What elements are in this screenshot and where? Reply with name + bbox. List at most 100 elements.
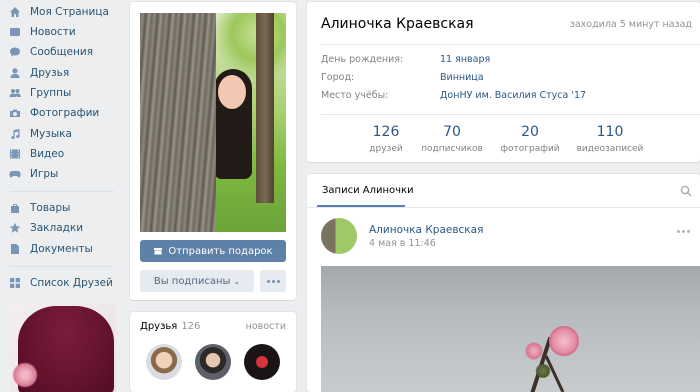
avatar[interactable] <box>321 218 357 254</box>
tree-trunk <box>140 13 216 232</box>
flower-picture <box>12 362 38 388</box>
news-icon <box>0 26 30 38</box>
post-image[interactable] <box>321 266 700 392</box>
friend-icon <box>0 67 30 79</box>
sidebar-item-music[interactable]: Музыка <box>0 124 118 144</box>
send-gift-label: Отправить подарок <box>168 245 273 257</box>
friends-card: Друзья 126 новости <box>130 312 296 392</box>
profile-photo-card: Отправить подарок Вы подписаны ⌄ <box>130 2 296 300</box>
info-row-city: Город: Винница <box>321 72 484 86</box>
wall-card: Записи Алиночки Алиночка Краевская 4 мая… <box>307 174 700 392</box>
bag-icon <box>0 202 30 214</box>
sidebar-item-news[interactable]: Новости <box>0 22 118 42</box>
info-value-link[interactable]: Винница <box>440 72 484 86</box>
music-icon <box>0 128 30 140</box>
page-title: Алиночка Краевская <box>321 16 474 32</box>
star-icon <box>0 222 30 234</box>
counter-label: подписчиков <box>421 144 483 154</box>
girl-face <box>218 75 246 109</box>
sidebar-item-groups[interactable]: Группы <box>0 83 118 103</box>
home-icon <box>0 6 30 18</box>
more-dots-icon <box>677 230 690 233</box>
friends-news-link[interactable]: новости <box>246 321 286 332</box>
counter-followers[interactable]: 70 подписчиков <box>407 124 497 154</box>
post-date-link[interactable]: 4 мая в 11:46 <box>369 238 436 249</box>
post-menu-button[interactable] <box>677 230 690 233</box>
friends-count: 126 <box>181 321 201 332</box>
sidebar-item-label: Сообщения <box>30 46 94 58</box>
counter-value: 110 <box>596 124 624 140</box>
post-author-link[interactable]: Алиночка Краевская <box>369 224 483 236</box>
sidebar-item-my-page[interactable]: Моя Страница <box>0 2 118 22</box>
leaf <box>535 364 551 378</box>
blossom <box>549 326 579 356</box>
friends-title: Друзья <box>140 321 178 332</box>
grid-icon <box>0 277 30 289</box>
sidebar-ad-image[interactable] <box>10 304 116 392</box>
counter-value: 70 <box>443 124 461 140</box>
sidebar-item-games[interactable]: Игры <box>0 164 118 184</box>
sidebar-divider <box>10 191 114 192</box>
last-seen-status: заходила 5 минут назад <box>569 19 692 30</box>
friend-avatar[interactable] <box>146 344 182 380</box>
sidebar-item-label: Фотографии <box>30 107 100 119</box>
sidebar-item-bookmarks[interactable]: Закладки <box>0 218 118 238</box>
sidebar-item-label: Друзья <box>30 67 70 79</box>
more-dots-icon <box>266 279 280 283</box>
groups-icon <box>0 87 30 99</box>
sidebar-item-messages[interactable]: Сообщения <box>0 42 118 62</box>
sidebar-item-video[interactable]: Видео <box>0 144 118 164</box>
send-gift-button[interactable]: Отправить подарок <box>140 240 286 262</box>
sidebar-item-label: Список Друзей <box>30 277 113 289</box>
left-sidebar: Моя Страница Новости Сообщения Друзья Гр… <box>0 0 120 392</box>
counter-videos[interactable]: 110 видеозаписей <box>565 124 655 154</box>
info-row-education: Место учёбы: ДонНУ им. Василия Стуса '17 <box>321 90 586 104</box>
search-icon[interactable] <box>680 185 692 197</box>
gamepad-icon <box>0 168 30 180</box>
chevron-down-icon: ⌄ <box>233 276 241 286</box>
document-icon <box>0 243 30 255</box>
more-actions-button[interactable] <box>260 270 286 292</box>
sidebar-item-photos[interactable]: Фотографии <box>0 103 118 123</box>
sidebar-item-market[interactable]: Товары <box>0 198 118 218</box>
sidebar-item-friends[interactable]: Друзья <box>0 63 118 83</box>
divider <box>321 44 700 45</box>
sidebar-item-label: Моя Страница <box>30 6 109 18</box>
divider <box>321 114 700 115</box>
divider <box>307 207 700 208</box>
blossom <box>525 342 543 360</box>
sidebar-divider <box>10 266 114 267</box>
friend-avatar[interactable] <box>195 344 231 380</box>
subscribed-label: Вы подписаны <box>153 275 231 287</box>
sidebar-item-label: Видео <box>30 148 65 160</box>
profile-info-card: Алиночка Краевская заходила 5 минут наза… <box>307 2 700 162</box>
counter-value: 20 <box>521 124 539 140</box>
friends-header[interactable]: Друзья 126 <box>140 321 200 332</box>
sidebar-item-label: Закладки <box>30 222 84 234</box>
counter-photos[interactable]: 20 фотографий <box>485 124 575 154</box>
friend-avatar[interactable] <box>244 344 280 380</box>
sidebar-item-label: Новости <box>30 26 76 38</box>
sidebar-item-label: Музыка <box>30 128 72 140</box>
profile-photo[interactable] <box>140 13 286 232</box>
info-key: Место учёбы: <box>321 90 389 101</box>
sidebar-item-label: Товары <box>30 202 71 214</box>
info-key: Город: <box>321 72 355 83</box>
sidebar-item-label: Группы <box>30 87 72 99</box>
sidebar-item-documents[interactable]: Документы <box>0 239 118 259</box>
gift-icon <box>153 245 163 258</box>
sidebar-item-label: Документы <box>30 243 93 255</box>
camera-icon <box>0 107 30 119</box>
video-icon <box>0 148 30 160</box>
subscribed-dropdown-button[interactable]: Вы подписаны ⌄ <box>140 270 254 292</box>
sidebar-item-label: Игры <box>30 168 59 180</box>
messages-icon <box>0 46 30 58</box>
tab-wall-posts[interactable]: Записи Алиночки <box>322 185 414 196</box>
background-tree <box>256 13 274 203</box>
counter-label: видеозаписей <box>576 144 644 154</box>
info-row-birthday: День рождения: 11 января <box>321 54 490 68</box>
info-value-link[interactable]: 11 января <box>440 54 490 68</box>
info-key: День рождения: <box>321 54 404 65</box>
sidebar-item-friends-list[interactable]: Список Друзей <box>0 273 118 293</box>
info-value-link[interactable]: ДонНУ им. Василия Стуса '17 <box>440 90 586 104</box>
